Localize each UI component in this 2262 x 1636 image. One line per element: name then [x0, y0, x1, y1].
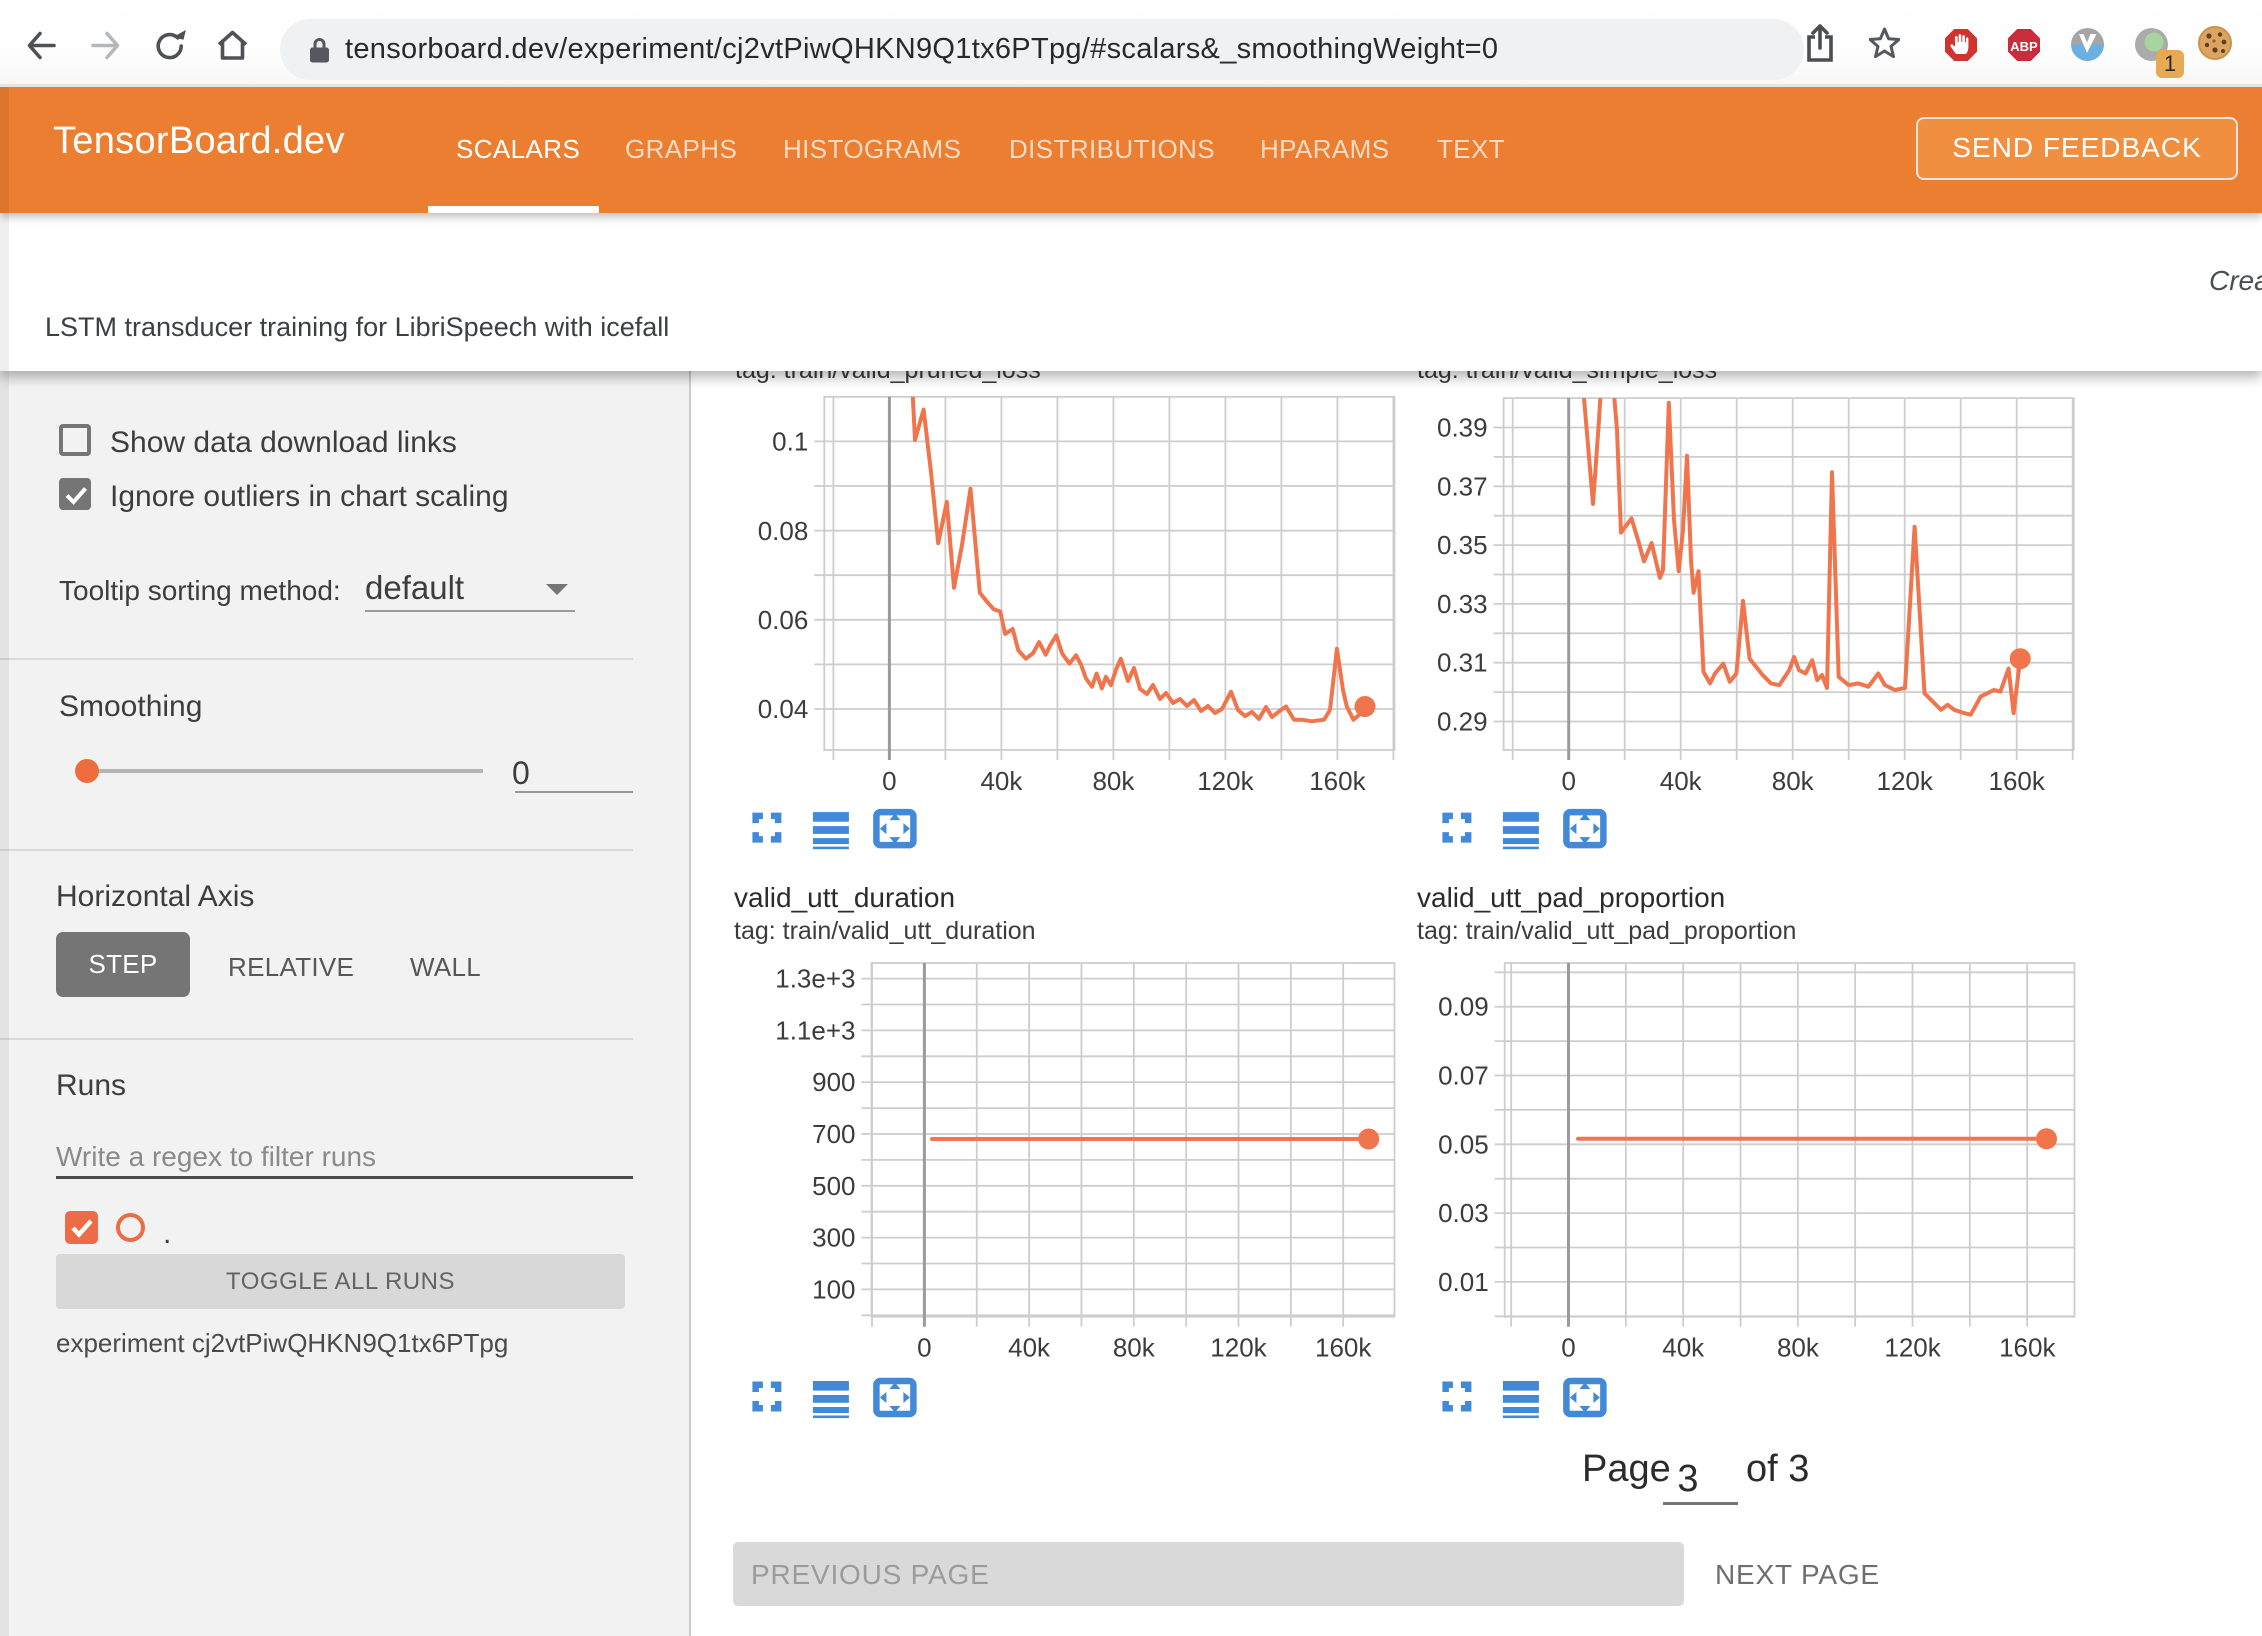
svg-text:160k: 160k [1989, 766, 2046, 796]
svg-text:160k: 160k [1999, 1333, 2056, 1363]
svg-text:80k: 80k [1772, 766, 1815, 796]
svg-text:1.1e+3: 1.1e+3 [775, 1015, 855, 1045]
svg-text:40k: 40k [980, 766, 1023, 796]
svg-text:tag: train/valid_utt_pad_propo: tag: train/valid_utt_pad_proportion [1417, 917, 1796, 945]
svg-text:0.39: 0.39 [1437, 413, 1488, 443]
svg-text:0.03: 0.03 [1438, 1198, 1489, 1228]
svg-text:1.3e+3: 1.3e+3 [775, 964, 855, 994]
svg-text:0.09: 0.09 [1438, 992, 1489, 1022]
svg-text:valid_utt_pad_proportion: valid_utt_pad_proportion [1417, 882, 1725, 913]
svg-text:0.31: 0.31 [1437, 648, 1488, 678]
svg-text:100: 100 [812, 1274, 855, 1304]
svg-text:0.08: 0.08 [758, 516, 809, 546]
svg-text:40k: 40k [1660, 766, 1703, 796]
svg-text:0.01: 0.01 [1438, 1267, 1489, 1297]
svg-text:0: 0 [1561, 1333, 1575, 1363]
svg-text:160k: 160k [1309, 766, 1366, 796]
svg-text:ABP: ABP [2010, 39, 2038, 54]
svg-text:120k: 120k [1210, 1333, 1267, 1363]
svg-text:80k: 80k [1113, 1333, 1156, 1363]
svg-text:0.05: 0.05 [1438, 1129, 1489, 1159]
svg-text:80k: 80k [1092, 766, 1135, 796]
svg-text:160k: 160k [1315, 1333, 1372, 1363]
svg-text:120k: 120k [1197, 766, 1254, 796]
svg-text:120k: 120k [1877, 766, 1934, 796]
svg-text:0: 0 [917, 1333, 931, 1363]
svg-text:0.04: 0.04 [758, 694, 809, 724]
svg-text:tag: train/valid_utt_duration: tag: train/valid_utt_duration [734, 917, 1036, 945]
svg-text:500: 500 [812, 1171, 855, 1201]
svg-text:valid_utt_duration: valid_utt_duration [734, 882, 955, 913]
svg-text:120k: 120k [1884, 1333, 1941, 1363]
svg-text:80k: 80k [1777, 1333, 1820, 1363]
svg-text:0.29: 0.29 [1437, 707, 1488, 737]
svg-text:0.1: 0.1 [772, 426, 808, 456]
svg-text:900: 900 [812, 1067, 855, 1097]
svg-text:0.06: 0.06 [758, 605, 809, 635]
svg-text:40k: 40k [1008, 1333, 1051, 1363]
svg-text:300: 300 [812, 1223, 855, 1253]
svg-text:40k: 40k [1662, 1333, 1705, 1363]
svg-text:0.35: 0.35 [1437, 530, 1488, 560]
svg-text:0: 0 [882, 766, 896, 796]
svg-text:0: 0 [1561, 766, 1575, 796]
svg-text:0.07: 0.07 [1438, 1061, 1489, 1091]
svg-text:0.33: 0.33 [1437, 589, 1488, 619]
svg-text:700: 700 [812, 1119, 855, 1149]
svg-text:0.37: 0.37 [1437, 471, 1488, 501]
